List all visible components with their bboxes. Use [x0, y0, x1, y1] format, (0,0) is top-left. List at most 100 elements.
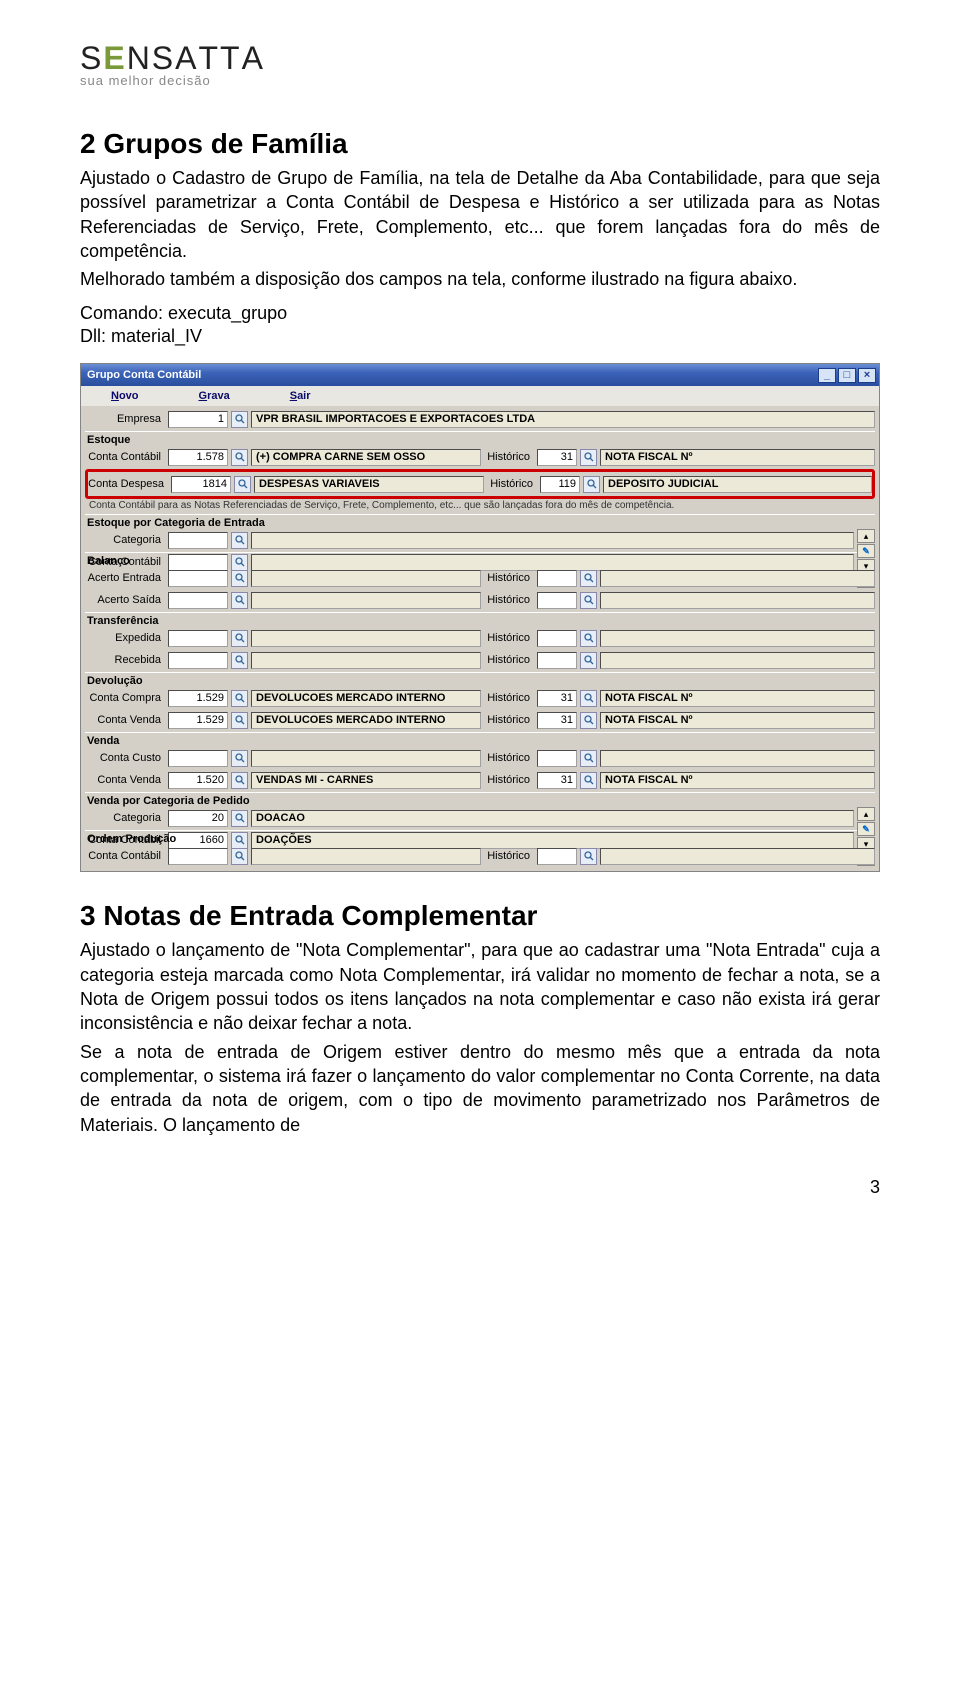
lookup-icon[interactable] — [234, 476, 251, 493]
lookup-icon[interactable] — [580, 712, 597, 729]
conta-venda-label: Conta Venda — [85, 774, 165, 786]
section3-heading: 3 Notas de Entrada Complementar — [80, 900, 880, 932]
lookup-icon[interactable] — [231, 532, 248, 549]
minimize-button[interactable]: _ — [818, 368, 836, 383]
historico-code[interactable]: 31 — [537, 449, 577, 466]
historico-name — [600, 652, 875, 669]
menu-grava[interactable]: Grava — [199, 390, 230, 402]
lookup-icon[interactable] — [231, 750, 248, 767]
expedida-input[interactable] — [168, 630, 228, 647]
acerto-entrada-label: Acerto Entrada — [85, 572, 165, 584]
historico-input[interactable] — [537, 750, 577, 767]
lookup-icon[interactable] — [580, 592, 597, 609]
categoria-input[interactable] — [168, 532, 228, 549]
recebida-label: Recebida — [85, 654, 165, 666]
edit-icon[interactable]: ✎ — [857, 544, 875, 558]
historico-code[interactable]: 31 — [537, 772, 577, 789]
historico-code[interactable]: 31 — [537, 712, 577, 729]
section2-p2: Melhorado também a disposição dos campos… — [80, 267, 880, 291]
categoria-label: Categoria — [85, 812, 165, 824]
historico-label: Histórico — [484, 692, 534, 704]
recebida-name — [251, 652, 481, 669]
lookup-icon[interactable] — [231, 690, 248, 707]
lookup-icon[interactable] — [231, 832, 248, 849]
conta-contabil-code[interactable]: 1.578 — [168, 449, 228, 466]
historico-input[interactable] — [537, 592, 577, 609]
lookup-icon[interactable] — [231, 712, 248, 729]
lookup-icon[interactable] — [580, 848, 597, 865]
lookup-icon[interactable] — [231, 592, 248, 609]
lookup-icon[interactable] — [580, 449, 597, 466]
lookup-icon[interactable] — [580, 630, 597, 647]
categoria-name — [251, 532, 854, 549]
section2-heading: 2 Grupos de Família — [80, 128, 880, 160]
lookup-icon[interactable] — [231, 810, 248, 827]
conta-compra-label: Conta Compra — [85, 692, 165, 704]
historico-input[interactable] — [537, 630, 577, 647]
historico-code[interactable]: 119 — [540, 476, 580, 493]
lookup-icon[interactable] — [580, 772, 597, 789]
conta-custo-name — [251, 750, 481, 767]
maximize-button[interactable]: □ — [838, 368, 856, 383]
lookup-icon[interactable] — [231, 449, 248, 466]
scroll-up-icon[interactable]: ▴ — [857, 807, 875, 821]
historico-label: Histórico — [484, 594, 534, 606]
lookup-icon[interactable] — [231, 652, 248, 669]
historico-name: DEPOSITO JUDICIAL — [603, 476, 872, 493]
conta-venda-code[interactable]: 1.529 — [168, 712, 228, 729]
historico-input[interactable] — [537, 848, 577, 865]
lookup-icon[interactable] — [231, 554, 248, 571]
group-estoque-cat: Estoque por Categoria de Entrada — [85, 514, 875, 529]
conta-venda-code[interactable]: 1.520 — [168, 772, 228, 789]
acerto-entrada-input[interactable] — [168, 570, 228, 587]
historico-name: NOTA FISCAL Nº — [600, 690, 875, 707]
group-estoque: Estoque — [85, 431, 875, 446]
conta-input[interactable] — [168, 848, 228, 865]
recebida-input[interactable] — [168, 652, 228, 669]
lookup-icon[interactable] — [580, 750, 597, 767]
conta-compra-code[interactable]: 1.529 — [168, 690, 228, 707]
menu-sair[interactable]: Sair — [290, 390, 311, 402]
empresa-code[interactable]: 1 — [168, 411, 228, 428]
logo-brand: SENSATTA — [80, 40, 880, 77]
logo-tagline: sua melhor decisão — [80, 73, 880, 88]
historico-label: Histórico — [484, 632, 534, 644]
conta-contabil-label: Conta Contábil — [85, 850, 165, 862]
logo-block: SENSATTA sua melhor decisão — [80, 40, 880, 88]
lookup-icon[interactable] — [231, 772, 248, 789]
conta-venda-name: DEVOLUCOES MERCADO INTERNO — [251, 712, 481, 729]
historico-input[interactable] — [537, 652, 577, 669]
lookup-icon[interactable] — [580, 570, 597, 587]
window-title: Grupo Conta Contábil — [87, 369, 816, 381]
categoria-code[interactable]: 20 — [168, 810, 228, 827]
lookup-icon[interactable] — [583, 476, 600, 493]
conta-custo-input[interactable] — [168, 750, 228, 767]
lookup-icon[interactable] — [580, 690, 597, 707]
historico-name — [600, 592, 875, 609]
categoria-name: DOACAO — [251, 810, 854, 827]
edit-icon[interactable]: ✎ — [857, 822, 875, 836]
group-devolucao: Devolução — [85, 672, 875, 687]
section3-p2: Se a nota de entrada de Origem estiver d… — [80, 1040, 880, 1137]
lookup-icon[interactable] — [231, 848, 248, 865]
expedida-name — [251, 630, 481, 647]
close-button[interactable]: × — [858, 368, 876, 383]
conta-input[interactable] — [168, 554, 228, 571]
conta-compra-name: DEVOLUCOES MERCADO INTERNO — [251, 690, 481, 707]
lookup-icon[interactable] — [231, 570, 248, 587]
historico-name — [600, 630, 875, 647]
acerto-saida-label: Acerto Saída — [85, 594, 165, 606]
conta-despesa-code[interactable]: 1814 — [171, 476, 231, 493]
scroll-up-icon[interactable]: ▴ — [857, 529, 875, 543]
lookup-icon[interactable] — [231, 630, 248, 647]
menu-novo[interactable]: Novo — [111, 390, 139, 402]
acerto-saida-input[interactable] — [168, 592, 228, 609]
historico-input[interactable] — [537, 570, 577, 587]
page-number: 3 — [80, 1177, 880, 1198]
historico-label: Histórico — [484, 752, 534, 764]
conta-code[interactable]: 1660 — [168, 832, 228, 849]
lookup-icon[interactable] — [580, 652, 597, 669]
section2-dll: Dll: material_IV — [80, 326, 880, 347]
historico-code[interactable]: 31 — [537, 690, 577, 707]
lookup-icon[interactable] — [231, 411, 248, 428]
